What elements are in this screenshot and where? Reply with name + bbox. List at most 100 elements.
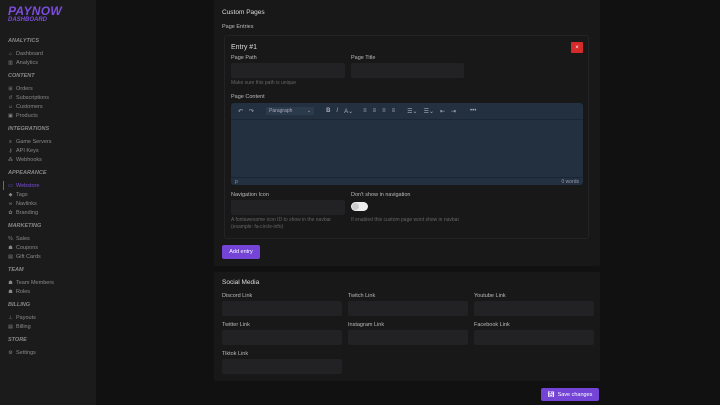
custom-pages-card: Custom Pages Page Entries Entry #1 × Pag…: [214, 0, 600, 266]
hide-nav-toggle[interactable]: [351, 202, 368, 211]
align-right-icon[interactable]: ≡: [382, 108, 386, 114]
sidebar-item-label: Roles: [16, 288, 31, 295]
twitter-link-input[interactable]: [222, 330, 342, 345]
save-icon: 💾︎: [547, 391, 555, 398]
indent-icon[interactable]: ⇥: [451, 108, 456, 115]
sidebar-item-navlinks[interactable]: ∞ Navlinks: [0, 199, 96, 208]
sidebar-item-gift-cards[interactable]: ▤ Gift Cards: [0, 252, 96, 261]
sidebar-item-orders[interactable]: ⊞ Orders: [0, 84, 96, 93]
social-media-title: Social Media: [222, 279, 260, 286]
align-center-icon[interactable]: ≡: [373, 108, 377, 114]
sidebar-nav: ANALYTICS ⌂ Dashboard ▥ Analytics CONTENT ⊞ Ord…: [0, 36, 96, 361]
rich-text-editor[interactable]: ↶ ↷ Paragraph ⌄ B I A⌄ ≡ ≡ ≡ ≡ ☰⌄ ☰⌄ ⇤ ⇥ ••• p 0 w…: [231, 103, 583, 185]
instagram-link-input[interactable]: [348, 330, 468, 345]
team-members-icon: ☗: [8, 279, 13, 286]
format-select[interactable]: Paragraph ⌄: [266, 107, 315, 115]
delete-entry-button[interactable]: ×: [571, 42, 583, 53]
sidebar-item-sales[interactable]: % Sales: [0, 234, 96, 243]
save-label: Save changes: [557, 391, 593, 398]
page-path-input[interactable]: [231, 63, 345, 78]
more-icon[interactable]: •••: [470, 108, 476, 114]
sidebar-item-webstore[interactable]: ▭ Webstore: [0, 181, 96, 190]
customers-icon: ☺: [8, 103, 14, 110]
add-entry-button[interactable]: Add entry: [222, 245, 260, 259]
sidebar-item-branding[interactable]: ✿ Branding: [0, 208, 96, 217]
page-title-input[interactable]: [351, 63, 464, 78]
nav-icon-label: Navigation Icon: [231, 192, 269, 198]
sidebar-item-settings[interactable]: ⚙ Settings: [0, 348, 96, 357]
sidebar-item-webhooks[interactable]: ⁂ Webhooks: [0, 155, 96, 164]
sidebar-item-label: Dashboard: [16, 50, 43, 57]
analytics-icon: ▥: [8, 59, 13, 66]
outdent-icon[interactable]: ⇤: [440, 108, 445, 115]
sidebar-item-coupons[interactable]: ☗ Coupons: [0, 243, 96, 252]
custom-pages-title: Custom Pages: [222, 9, 265, 16]
sidebar-item-label: Gift Cards: [16, 253, 41, 260]
sidebar-item-customers[interactable]: ☺ Customers: [0, 102, 96, 111]
sidebar-section: APPEARANCE ▭ Webstore ◆ Tags ∞ Navlinks ✿ Brandi…: [0, 168, 96, 221]
save-changes-button[interactable]: 💾︎ Save changes: [541, 388, 599, 401]
subscriptions-icon: ↺: [8, 94, 13, 101]
page-entries-label: Page Entries: [222, 24, 254, 30]
sidebar-item-tags[interactable]: ◆ Tags: [0, 190, 96, 199]
sidebar-item-analytics[interactable]: ▥ Analytics: [0, 58, 96, 67]
orders-icon: ⊞: [8, 85, 13, 92]
tiktok-link-label: Tiktok Link: [222, 351, 249, 357]
discord-link-input[interactable]: [222, 301, 342, 316]
sidebar-item-products[interactable]: ▣ Products: [0, 111, 96, 120]
hide-nav-label: Don't show in navigation: [351, 192, 411, 198]
sidebar-item-label: Analytics: [16, 59, 39, 66]
page-path-hint: Make sure this path is unique: [231, 80, 297, 86]
sidebar-item-roles[interactable]: ☗ Roles: [0, 287, 96, 296]
sidebar-section-header: CONTENT: [8, 73, 35, 79]
facebook-link-label: Facebook Link: [474, 322, 510, 328]
sidebar-item-label: Coupons: [16, 244, 39, 251]
undo-icon[interactable]: ↶: [238, 108, 243, 115]
gift-cards-icon: ▤: [8, 253, 13, 260]
bold-icon[interactable]: B: [326, 108, 330, 114]
sidebar-item-subscriptions[interactable]: ↺ Subscriptions: [0, 93, 96, 102]
facebook-link-input[interactable]: [474, 330, 594, 345]
sidebar-item-label: Branding: [16, 209, 39, 216]
game-servers-icon: ≡: [9, 138, 12, 145]
nav-icon-input[interactable]: [231, 200, 345, 215]
text-color-icon[interactable]: A⌄: [344, 108, 353, 115]
justify-icon[interactable]: ≡: [392, 108, 396, 114]
italic-icon[interactable]: I: [336, 108, 338, 114]
sidebar-section: BILLING ⊥ Payouts ▤ Billing: [0, 300, 96, 335]
webstore-icon: ▭: [8, 182, 13, 189]
sidebar-item-payouts[interactable]: ⊥ Payouts: [0, 313, 96, 322]
sidebar-item-team-members[interactable]: ☗ Team Members: [0, 278, 96, 287]
sidebar-item-label: Sales: [16, 235, 30, 242]
sidebar-item-label: Orders: [16, 85, 33, 92]
sidebar-item-label: Products: [16, 112, 38, 119]
tiktok-link-input[interactable]: [222, 359, 342, 374]
numbered-list-icon[interactable]: ☰⌄: [424, 108, 434, 115]
dashboard-icon: ⌂: [8, 50, 13, 57]
sidebar-item-dashboard[interactable]: ⌂ Dashboard: [0, 49, 96, 58]
discord-link-label: Discord Link: [222, 293, 253, 299]
social-media-card: Social Media Discord Link Twitch Link Yout…: [214, 272, 600, 381]
sales-icon: %: [8, 235, 13, 242]
twitch-link-input[interactable]: [348, 301, 468, 316]
sidebar-item-label: Billing: [16, 323, 31, 330]
sidebar-item-api-keys[interactable]: ⚷ API Keys: [0, 146, 96, 155]
redo-icon[interactable]: ↷: [249, 108, 254, 115]
coupons-icon: ☗: [8, 244, 13, 251]
page-entry: Entry #1 × Page Path Make sure this path…: [224, 35, 589, 239]
sidebar-section: STORE ⚙ Settings: [0, 335, 96, 361]
sidebar-item-game-servers[interactable]: ≡ Game Servers: [0, 137, 96, 146]
hide-nav-hint: If enabled this custom page wont show in…: [351, 217, 460, 223]
branding-icon: ✿: [8, 209, 13, 216]
payouts-icon: ⊥: [8, 314, 13, 321]
bullet-list-icon[interactable]: ☰⌄: [407, 108, 417, 115]
sidebar-item-label: API Keys: [16, 147, 39, 154]
youtube-link-input[interactable]: [474, 301, 594, 316]
logo[interactable]: PAYNOW DASHBOARD: [8, 5, 62, 24]
settings-icon: ⚙: [8, 349, 13, 356]
sidebar-item-billing[interactable]: ▤ Billing: [0, 322, 96, 331]
sidebar-item-label: Settings: [16, 349, 36, 356]
align-left-icon[interactable]: ≡: [363, 108, 367, 114]
api-keys-icon: ⚷: [8, 147, 13, 154]
sidebar-item-label: Webstore: [16, 182, 40, 189]
